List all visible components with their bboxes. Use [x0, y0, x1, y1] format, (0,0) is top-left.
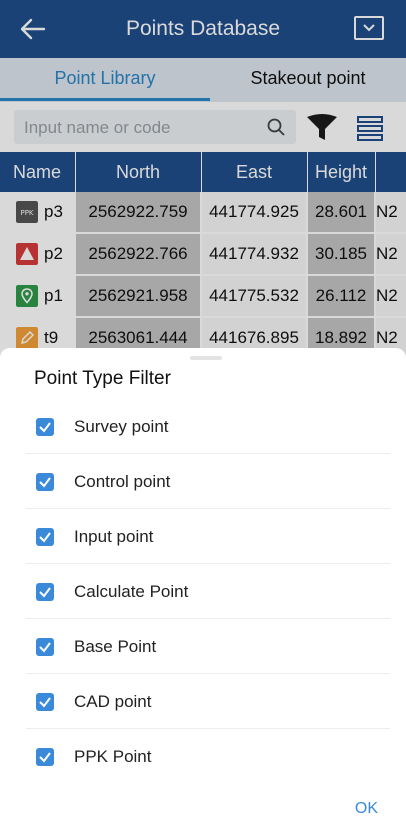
option-label: Calculate Point [74, 582, 189, 601]
checkbox-checked-icon[interactable] [36, 583, 54, 601]
divider [26, 673, 390, 674]
checkbox-checked-icon[interactable] [36, 693, 54, 711]
checkbox-checked-icon[interactable] [36, 473, 54, 491]
sheet-title: Point Type Filter [34, 368, 171, 389]
filter-option-base-point[interactable]: Base Point [26, 620, 390, 674]
divider [26, 563, 390, 564]
divider [26, 728, 390, 729]
ok-button[interactable]: OK [355, 800, 378, 818]
option-label: Base Point [74, 637, 157, 656]
point-type-filter-sheet: Point Type Filter Survey point Control p… [0, 348, 406, 834]
option-label: Control point [74, 472, 171, 491]
checkbox-checked-icon[interactable] [36, 418, 54, 436]
filter-option-survey-point[interactable]: Survey point [26, 400, 390, 454]
checkbox-checked-icon[interactable] [36, 528, 54, 546]
filter-option-input-point[interactable]: Input point [26, 510, 390, 564]
drag-handle[interactable] [190, 356, 222, 360]
checkbox-checked-icon[interactable] [36, 748, 54, 766]
filter-option-cad-point[interactable]: CAD point [26, 675, 390, 729]
option-label: Survey point [74, 417, 169, 436]
divider [26, 618, 390, 619]
filter-option-ppk-point[interactable]: PPK Point [26, 730, 390, 784]
divider [26, 453, 390, 454]
option-label: Input point [74, 527, 154, 546]
divider [26, 508, 390, 509]
checkbox-checked-icon[interactable] [36, 638, 54, 656]
filter-option-calculate-point[interactable]: Calculate Point [26, 565, 390, 619]
filter-option-control-point[interactable]: Control point [26, 455, 390, 509]
option-label: CAD point [74, 692, 152, 711]
option-label: PPK Point [74, 747, 152, 766]
